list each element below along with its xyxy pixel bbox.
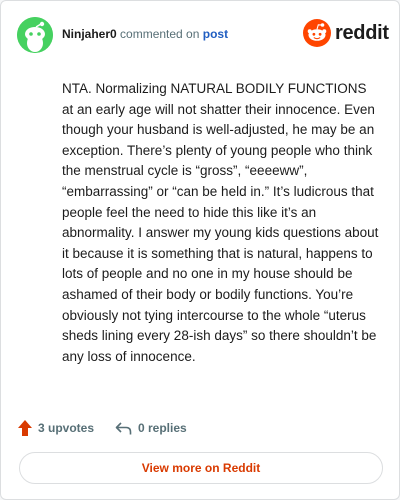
view-more-button[interactable]: View more on Reddit: [19, 452, 383, 484]
snoo-avatar-icon[interactable]: [17, 17, 53, 53]
reply-arrow-icon: [115, 421, 132, 434]
byline-action-text: commented on: [120, 27, 200, 41]
reply-count: 0 replies: [138, 421, 187, 435]
reply-button[interactable]: 0 replies: [115, 418, 187, 438]
reddit-alien-icon: [303, 19, 331, 47]
reddit-logo[interactable]: reddit: [303, 19, 389, 49]
upvote-button[interactable]: 3 upvotes: [17, 418, 94, 438]
upvote-count: 3 upvotes: [38, 421, 95, 435]
reddit-wordmark: reddit: [335, 22, 389, 44]
comment-byline: Ninjaher0 commented on post: [62, 27, 228, 41]
comment-header: Ninjaher0 commented on post reddit: [17, 15, 389, 55]
comment-body: NTA. Normalizing NATURAL BODILY FUNCTION…: [62, 81, 379, 364]
post-link[interactable]: post: [203, 27, 228, 41]
upvote-arrow-icon: [18, 420, 32, 436]
embedded-comment-card: Ninjaher0 commented on post reddit NTA. …: [0, 0, 400, 500]
username-link[interactable]: Ninjaher0: [62, 27, 117, 41]
